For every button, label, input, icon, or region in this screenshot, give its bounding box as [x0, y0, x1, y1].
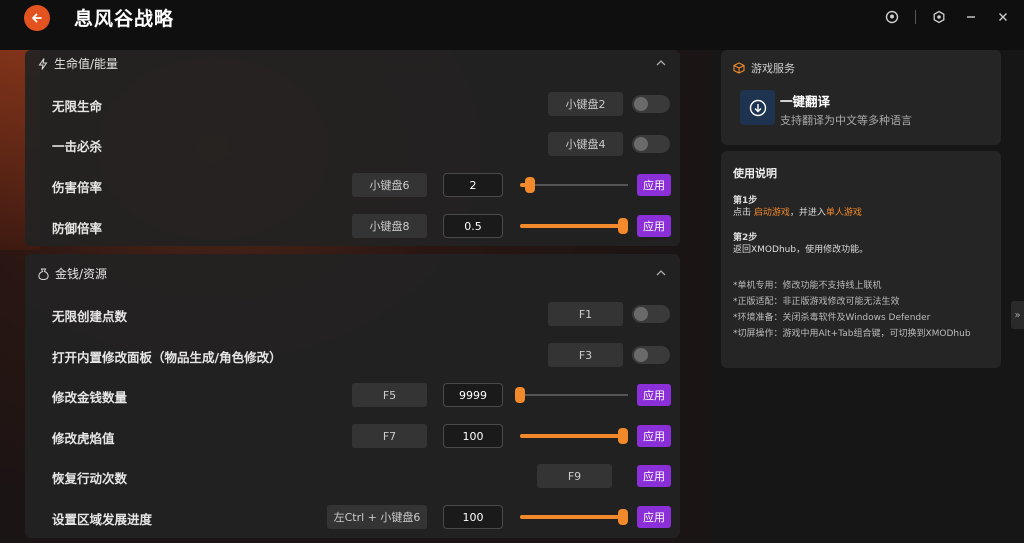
value-input[interactable]: 9999 — [443, 383, 503, 407]
settings-icon[interactable] — [930, 8, 948, 26]
apply-button[interactable]: 应用 — [637, 215, 671, 237]
note-line: *环境准备：关闭杀毒软件及Windows Defender — [733, 313, 931, 323]
hotkey-box[interactable]: 小键盘2 — [548, 92, 623, 116]
step2-text: 返回XMODhub，使用修改功能。 — [733, 245, 869, 255]
divider — [915, 10, 916, 24]
hotkey-box[interactable]: F5 — [352, 383, 427, 407]
translate-tile[interactable] — [740, 90, 775, 125]
row-label: 修改虎焰值 — [52, 431, 115, 446]
row-label: 防御倍率 — [52, 221, 103, 236]
row-label: 修改金钱数量 — [52, 390, 128, 405]
step1-text: 点击 启动游戏，并进入单人游戏 — [733, 205, 862, 218]
slider-knob[interactable] — [618, 509, 628, 525]
service-header: 游戏服务 — [733, 60, 795, 76]
hotkey-box[interactable]: F9 — [537, 464, 612, 488]
hotkey-box[interactable]: 左Ctrl + 小键盘6 — [327, 505, 427, 529]
arrow-left-icon — [32, 13, 42, 23]
row-label: 打开内置修改面板（物品生成/角色修改） — [52, 350, 282, 365]
value-slider[interactable] — [520, 175, 628, 195]
service-header-label: 游戏服务 — [751, 62, 795, 75]
toggle-switch[interactable] — [632, 95, 670, 113]
row-label: 无限创建点数 — [52, 309, 128, 324]
translate-title[interactable]: 一键翻译 — [780, 91, 830, 110]
value-input[interactable]: 2 — [443, 173, 503, 197]
apply-button[interactable]: 应用 — [637, 425, 671, 447]
apply-button[interactable]: 应用 — [637, 506, 671, 528]
close-icon[interactable] — [994, 8, 1012, 26]
section-title: 生命值/能量 — [54, 57, 119, 71]
hotkey-box[interactable]: F3 — [548, 343, 623, 367]
row-label: 设置区域发展进度 — [52, 512, 153, 527]
download-icon — [749, 99, 766, 116]
translate-description: 支持翻译为中文等多种语言 — [780, 114, 912, 127]
hotkey-box[interactable]: 小键盘4 — [548, 132, 623, 156]
note-line: *切屏操作：游戏中用Alt+Tab组合键，可切换到XMODhub — [733, 329, 971, 339]
money-bag-icon — [38, 268, 49, 280]
row-label: 一击必杀 — [52, 139, 103, 154]
hotkey-box[interactable]: F7 — [352, 424, 427, 448]
back-button[interactable] — [24, 5, 50, 31]
step1-text-b: ，并进入 — [789, 208, 826, 218]
section-title: 金钱/资源 — [55, 267, 108, 281]
collapse-chevron-icon[interactable] — [654, 56, 668, 70]
support-icon[interactable] — [883, 8, 901, 26]
value-input[interactable]: 0.5 — [443, 214, 503, 238]
collapse-chevron-icon[interactable] — [654, 266, 668, 280]
single-player-link[interactable]: 单人游戏 — [826, 208, 862, 218]
lightning-icon — [38, 57, 48, 70]
toggle-switch[interactable] — [632, 305, 670, 323]
note-line: *正版适配：非正版游戏修改可能无法生效 — [733, 297, 900, 307]
launch-game-link[interactable]: 启动游戏 — [754, 208, 790, 218]
toggle-switch[interactable] — [632, 135, 670, 153]
slider-knob[interactable] — [618, 218, 628, 234]
title-bar: 息风谷战略 — [0, 0, 1024, 50]
hotkey-box[interactable]: 小键盘6 — [352, 173, 427, 197]
note-line: *单机专用：修改功能不支持线上联机 — [733, 281, 882, 291]
row-label: 伤害倍率 — [52, 180, 103, 195]
apply-button[interactable]: 应用 — [637, 384, 671, 406]
usage-guide-card: 使用说明 第1步 点击 启动游戏，并进入单人游戏 第2步 返回XMODhub，使… — [721, 151, 1001, 368]
value-slider[interactable] — [515, 385, 628, 405]
apply-button[interactable]: 应用 — [637, 465, 671, 487]
guide-title: 使用说明 — [733, 167, 777, 180]
value-slider[interactable] — [520, 507, 628, 527]
slider-knob[interactable] — [515, 387, 525, 403]
value-slider[interactable] — [520, 426, 628, 446]
step1-text-a: 点击 — [733, 208, 754, 218]
value-input[interactable]: 100 — [443, 424, 503, 448]
toggle-switch[interactable] — [632, 346, 670, 364]
slider-knob[interactable] — [618, 428, 628, 444]
section-money-resources: 金钱/资源 无限创建点数 F1 打开内置修改面板（物品生成/角色修改） F3 修… — [25, 254, 680, 538]
section-header[interactable]: 生命值/能量 — [38, 55, 118, 72]
hotkey-box[interactable]: F1 — [548, 302, 623, 326]
app-title: 息风谷战略 — [74, 8, 175, 30]
slider-knob[interactable] — [524, 177, 535, 193]
section-health-energy: 生命值/能量 无限生命 小键盘2 一击必杀 小键盘4 伤害倍率 小键盘6 2 应… — [25, 50, 680, 246]
value-input[interactable]: 100 — [443, 505, 503, 529]
value-slider[interactable] — [520, 216, 628, 236]
game-service-card: 游戏服务 一键翻译 支持翻译为中文等多种语言 — [721, 50, 1001, 145]
minimize-icon[interactable] — [962, 8, 980, 26]
expand-panel-arrow-icon[interactable]: » — [1011, 301, 1024, 329]
row-label: 恢复行动次数 — [52, 471, 128, 486]
box-icon — [733, 62, 745, 74]
row-label: 无限生命 — [52, 99, 103, 114]
section-header[interactable]: 金钱/资源 — [38, 265, 107, 282]
apply-button[interactable]: 应用 — [637, 174, 671, 196]
hotkey-box[interactable]: 小键盘8 — [352, 214, 427, 238]
